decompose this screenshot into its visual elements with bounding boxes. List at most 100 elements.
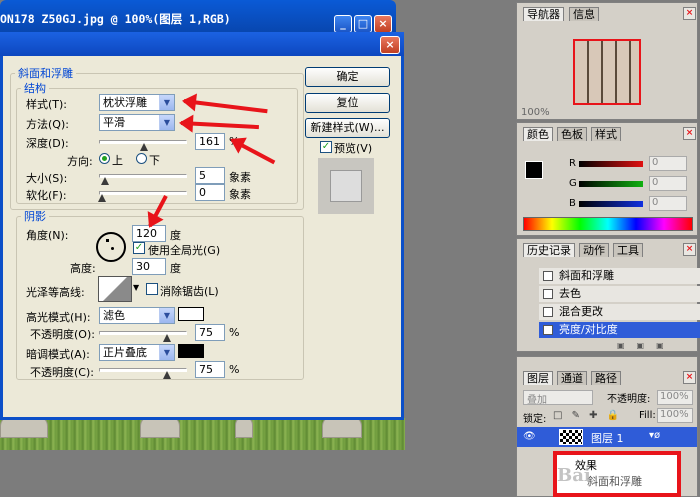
minimize-button[interactable]: _ [334, 15, 352, 33]
antialias-checkbox[interactable] [146, 283, 158, 295]
channel-b-label: B [569, 198, 576, 209]
history-panel: 历史记录 动作 工具 × 斜面和浮雕 去色 混合更改 亮度/对比度 ▣▣▣ [516, 238, 700, 352]
shadow-opacity-slider[interactable] [99, 368, 187, 372]
preview-label: 预览(V) [334, 142, 373, 155]
shadow-mode-select[interactable]: 正片叠底 ▼ [99, 344, 175, 361]
tab-paths[interactable]: 路径 [591, 371, 621, 385]
style-select[interactable]: 枕状浮雕 ▼ [99, 94, 175, 111]
channel-b-input[interactable]: 0 [649, 196, 687, 211]
soften-slider-thumb[interactable] [98, 194, 106, 202]
fx-icon[interactable]: ▾ø [649, 430, 660, 441]
shadow-color-swatch[interactable] [178, 344, 204, 358]
soften-slider[interactable] [99, 191, 187, 195]
structure-legend: 结构 [24, 82, 46, 95]
size-input[interactable]: 5 [195, 167, 225, 184]
shading-legend: 阴影 [24, 210, 46, 223]
highlight-opacity-unit: % [229, 326, 240, 339]
ok-button[interactable]: 确定 [305, 67, 390, 87]
reset-button[interactable]: 复位 [305, 93, 390, 113]
tab-tools[interactable]: 工具 [613, 243, 643, 257]
size-slider[interactable] [99, 174, 187, 178]
direction-down-radio[interactable] [136, 153, 147, 164]
angle-label: 角度(N): [26, 229, 69, 242]
history-item-selected[interactable]: 亮度/对比度 [539, 322, 700, 338]
channel-r-slider[interactable] [579, 161, 643, 167]
history-item[interactable]: 去色 [539, 286, 700, 302]
global-light-checkbox[interactable]: ✓ [133, 242, 145, 254]
shadow-opacity-input[interactable]: 75 [195, 361, 225, 378]
direction-up-label: 上 [112, 154, 123, 167]
channel-g-label: G [569, 178, 577, 189]
effect-item-bevel[interactable]: 斜面和浮雕 [587, 473, 642, 489]
navigator-thumbnail[interactable] [573, 39, 641, 105]
size-unit: 象素 [229, 171, 251, 184]
document-close-button[interactable]: × [374, 15, 392, 33]
navigator-panel: 导航器 信息 × 100% [516, 2, 698, 120]
close-icon[interactable]: × [683, 7, 696, 20]
layer-row-selected[interactable]: 👁 图层 1 ▾ø [517, 427, 697, 447]
history-item[interactable]: 斜面和浮雕 [539, 268, 700, 284]
layers-panel: 图层 通道 路径 × 叠加 不透明度: 100% 锁定: □ ✎ ✚ 🔒 Fil… [516, 356, 698, 497]
angle-dial[interactable] [96, 232, 126, 262]
tab-color[interactable]: 颜色 [523, 127, 553, 141]
dialog-title-bar [0, 32, 404, 56]
gloss-contour-picker[interactable] [98, 276, 132, 302]
preview-checkbox[interactable]: ✓ [320, 141, 332, 153]
color-panel: 颜色 色板 样式 × R 0 G 0 B 0 [516, 122, 698, 236]
tab-info[interactable]: 信息 [569, 7, 599, 21]
style-select-value: 枕状浮雕 [103, 96, 147, 109]
shadow-opacity-unit: % [229, 363, 240, 376]
shadow-mode-value: 正片叠底 [103, 346, 147, 359]
tab-styles[interactable]: 样式 [591, 127, 621, 141]
channel-g-input[interactable]: 0 [649, 176, 687, 191]
altitude-input[interactable]: 30 [132, 258, 166, 275]
depth-slider-thumb[interactable] [140, 143, 148, 151]
highlight-opacity-input[interactable]: 75 [195, 324, 225, 341]
dialog-close-button[interactable]: × [380, 36, 400, 54]
altitude-unit: 度 [170, 262, 181, 275]
highlight-opacity-thumb[interactable] [163, 334, 171, 342]
history-item[interactable]: 混合更改 [539, 304, 700, 320]
opacity-input[interactable]: 100% [657, 390, 693, 405]
maximize-button[interactable]: □ [354, 15, 372, 33]
channel-b-slider[interactable] [579, 201, 643, 207]
highlight-color-swatch[interactable] [178, 307, 204, 321]
chevron-down-icon: ▼ [159, 308, 174, 323]
technique-select[interactable]: 平滑 ▼ [99, 114, 175, 131]
highlight-opacity-slider[interactable] [99, 331, 187, 335]
tab-layers[interactable]: 图层 [523, 371, 553, 385]
direction-up-radio[interactable] [99, 153, 110, 164]
chevron-down-icon[interactable]: ▼ [133, 283, 139, 292]
foreground-color-swatch[interactable] [525, 161, 543, 179]
history-item-label: 斜面和浮雕 [559, 269, 614, 282]
eye-icon[interactable]: 👁 [523, 431, 536, 442]
layer-name[interactable]: 图层 1 [591, 430, 624, 446]
size-slider-thumb[interactable] [101, 177, 109, 185]
close-icon[interactable]: × [683, 243, 696, 256]
depth-input[interactable]: 161 [195, 133, 225, 150]
tab-swatches[interactable]: 色板 [557, 127, 587, 141]
layer-thumbnail [559, 429, 583, 445]
opacity-label: 不透明度: [607, 394, 651, 405]
soften-input[interactable]: 0 [195, 184, 225, 201]
close-icon[interactable]: × [683, 371, 696, 384]
channel-r-input[interactable]: 0 [649, 156, 687, 171]
shadow-opacity-thumb[interactable] [163, 371, 171, 379]
preview-sample [330, 170, 362, 202]
color-ramp[interactable] [523, 217, 693, 231]
gloss-contour-label: 光泽等高线: [26, 286, 85, 299]
tab-navigator[interactable]: 导航器 [523, 7, 564, 21]
tab-history[interactable]: 历史记录 [523, 243, 575, 257]
fill-input[interactable]: 100% [657, 408, 693, 423]
new-style-button[interactable]: 新建样式(W)... [305, 118, 390, 138]
navigator-zoom[interactable]: 100% [521, 107, 550, 118]
tab-actions[interactable]: 动作 [579, 243, 609, 257]
highlight-opacity-label: 不透明度(O): [30, 328, 95, 341]
channel-g-slider[interactable] [579, 181, 643, 187]
blend-mode-select[interactable]: 叠加 [523, 390, 593, 406]
tab-channels[interactable]: 通道 [557, 371, 587, 385]
close-icon[interactable]: × [683, 127, 696, 140]
highlight-mode-select[interactable]: 滤色 ▼ [99, 307, 175, 324]
angle-dial-center [111, 247, 114, 250]
lock-icons[interactable]: □ ✎ ✚ 🔒 [553, 410, 622, 421]
